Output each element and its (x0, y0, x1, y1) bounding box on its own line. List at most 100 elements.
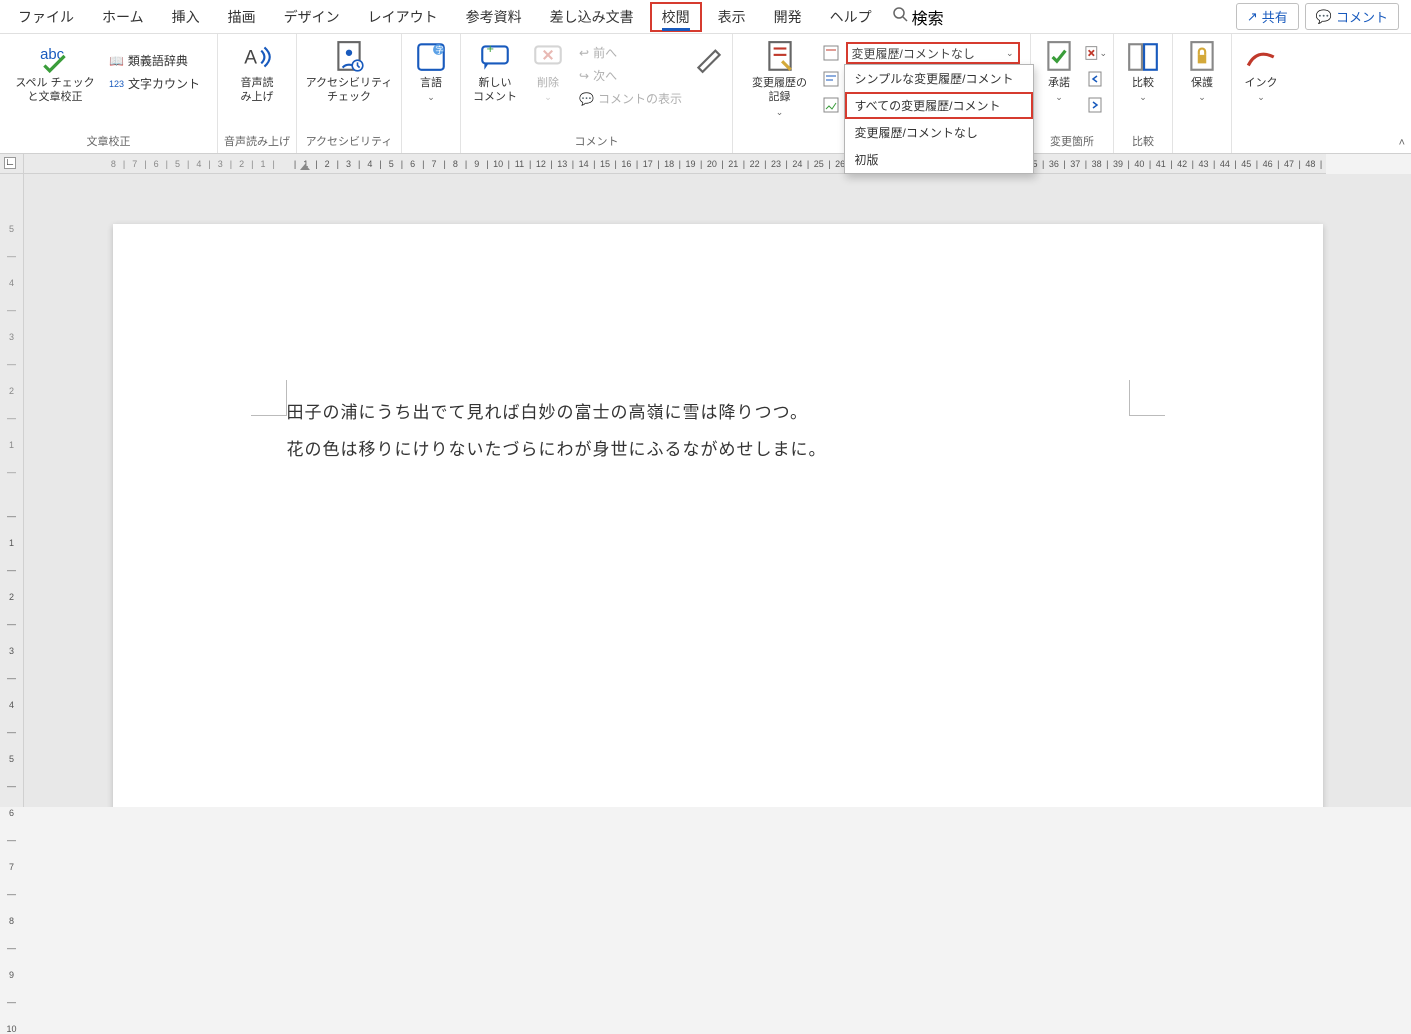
group-comments-title: コメント (575, 131, 619, 151)
search-label: 検索 (912, 5, 944, 29)
delete-comment-icon (531, 40, 565, 74)
menu-home[interactable]: ホーム (88, 1, 158, 33)
page-area[interactable]: 田子の浦にうち出でて見れば白妙の富士の高嶺に雪は降りつつ。 花の色は移りにけりな… (24, 174, 1411, 807)
svg-text:字: 字 (435, 45, 444, 55)
svg-text:+: + (487, 41, 494, 56)
new-comment-icon: + (478, 40, 512, 74)
chevron-down-icon: ⌄ (1257, 92, 1265, 104)
tracking-display-value: 変更履歴/コメントなし (852, 45, 975, 62)
menu-design[interactable]: デザイン (270, 1, 354, 33)
collapse-ribbon-button[interactable]: ˄ (1399, 137, 1405, 149)
group-proofing-title: 文章校正 (87, 131, 131, 151)
reject-button[interactable]: ⌄ (1085, 42, 1107, 64)
new-comment-button[interactable]: + 新しい コメント (467, 38, 523, 107)
accept-label: 承諾 (1048, 76, 1070, 90)
language-button[interactable]: 字 言語 ⌄ (408, 38, 454, 106)
tracking-small-3[interactable] (820, 94, 842, 116)
horizontal-ruler[interactable]: 8|7|6|5|4|3|2|1||1|2|3|4|5|6|7|8|9|10|11… (24, 154, 1326, 174)
menu-view[interactable]: 表示 (704, 1, 760, 33)
compare-button[interactable]: 比較 ⌄ (1120, 38, 1166, 106)
dd-item-simple[interactable]: シンプルな変更履歴/コメント (845, 65, 1033, 92)
read-aloud-label: 音声読 み上げ (241, 76, 274, 105)
show-comments-button[interactable]: 💬コメントの表示 (573, 88, 688, 109)
thesaurus-icon: 📖 (109, 54, 124, 68)
doc-line-1[interactable]: 田子の浦にうち出でて見れば白妙の富士の高嶺に雪は降りつつ。 (287, 394, 1149, 431)
thesaurus-button[interactable]: 📖 類義語辞典 (103, 50, 206, 71)
spelling-label: スペル チェック と文章校正 (15, 76, 94, 105)
ribbon: abc スペル チェック と文章校正 📖 類義語辞典 123 文字カウント 文章… (0, 34, 1411, 154)
tracking-small-2[interactable] (820, 68, 842, 90)
menu-file[interactable]: ファイル (4, 1, 88, 33)
track-changes-icon (763, 40, 797, 74)
delete-comment-button[interactable]: 削除 ⌄ (527, 38, 569, 106)
chevron-down-icon: ⌄ (1198, 92, 1206, 104)
margin-corner-tl (251, 380, 287, 416)
svg-text:A: A (244, 47, 257, 68)
next-comment-button[interactable]: ↪次へ (573, 65, 688, 86)
wordcount-button[interactable]: 123 文字カウント (103, 73, 206, 94)
protect-button[interactable]: 保護 ⌄ (1179, 38, 1225, 106)
spelling-button[interactable]: abc スペル チェック と文章校正 (11, 38, 99, 107)
dd-item-all[interactable]: すべての変更履歴/コメント (845, 92, 1033, 119)
compare-label: 比較 (1132, 76, 1154, 90)
doc-line-2[interactable]: 花の色は移りにけりないたづらにわが身世にふるながめせしまに。 (287, 431, 1149, 468)
group-comments: + 新しい コメント 削除 ⌄ ↩前へ ↪次へ 💬コメントの表示 コメント (461, 34, 733, 153)
track-changes-button[interactable]: 変更履歴の 記録 ⌄ (744, 38, 816, 120)
ink-button[interactable]: インク ⌄ (1238, 38, 1284, 106)
comment-label: コメント (1336, 7, 1388, 26)
accept-button[interactable]: 承諾 ⌄ (1037, 38, 1081, 106)
prev-label: 前へ (593, 44, 617, 61)
group-compare: 比較 ⌄ 比較 (1114, 34, 1173, 153)
tracking-display-list: シンプルな変更履歴/コメント すべての変更履歴/コメント 変更履歴/コメントなし… (844, 64, 1034, 174)
ink-comment-button[interactable] (692, 38, 726, 76)
share-button[interactable]: ↗ 共有 (1236, 3, 1299, 30)
accessibility-button[interactable]: アクセシビリティ チェック (303, 38, 395, 107)
next-icon: ↪ (579, 69, 589, 83)
accessibility-label: アクセシビリティ チェック (306, 76, 393, 105)
dd-item-original[interactable]: 初版 (845, 146, 1033, 173)
menu-mailings[interactable]: 差し込み文書 (536, 1, 648, 33)
ink-icon (1244, 40, 1278, 74)
chevron-down-icon: ⌄ (1055, 92, 1063, 104)
group-proofing: abc スペル チェック と文章校正 📖 類義語辞典 123 文字カウント 文章… (0, 34, 218, 153)
protect-label: 保護 (1191, 76, 1213, 90)
chevron-down-icon: ⌄ (1099, 48, 1107, 59)
menu-developer[interactable]: 開発 (760, 1, 816, 33)
menu-draw[interactable]: 描画 (214, 1, 270, 33)
group-speech: A 音声読 み上げ 音声読み上げ (218, 34, 297, 153)
menu-insert[interactable]: 挿入 (158, 1, 214, 33)
search-group[interactable]: 検索 (892, 5, 944, 29)
next-change-button[interactable] (1085, 94, 1107, 116)
menu-help[interactable]: ヘルプ (816, 1, 886, 33)
vertical-ruler[interactable]: 5—4—3—2—1——1—2—3—4—5—6—7—8—9—10 (0, 174, 24, 807)
group-tracking: 変更履歴の 記録 ⌄ 変更履歴/コメントなし ⌄ シンプルな変更履歴/コメント す… (733, 34, 1031, 153)
language-icon: 字 (414, 40, 448, 74)
track-changes-label: 変更履歴の 記録 (752, 76, 807, 105)
prev-change-button[interactable] (1085, 68, 1107, 90)
chevron-down-icon: ⌄ (1006, 48, 1014, 59)
ink-label: インク (1245, 76, 1278, 90)
language-label: 言語 (420, 76, 442, 90)
read-aloud-button[interactable]: A 音声読 み上げ (226, 38, 288, 107)
tab-selector[interactable]: ∟ (4, 157, 16, 169)
group-changes-title: 変更箇所 (1050, 131, 1094, 151)
menu-layout[interactable]: レイアウト (354, 1, 452, 33)
tracking-display-dropdown[interactable]: 変更履歴/コメントなし ⌄ (846, 42, 1020, 64)
prev-comment-button[interactable]: ↩前へ (573, 42, 688, 63)
share-icon: ↗ (1247, 9, 1258, 25)
chevron-down-icon: ⌄ (1139, 92, 1147, 104)
document-page[interactable]: 田子の浦にうち出でて見れば白妙の富士の高嶺に雪は降りつつ。 花の色は移りにけりな… (113, 224, 1323, 807)
read-aloud-icon: A (240, 40, 274, 74)
group-compare-title: 比較 (1132, 131, 1154, 151)
comment-button[interactable]: 💬 コメント (1305, 3, 1399, 30)
chevron-down-icon: ⌄ (776, 107, 784, 119)
chevron-down-icon: ⌄ (427, 92, 435, 104)
delete-comment-label: 削除 (537, 76, 559, 90)
tracking-small-1[interactable] (820, 42, 842, 64)
menu-review[interactable]: 校閲 (650, 2, 702, 32)
menu-references[interactable]: 参考資料 (452, 1, 536, 33)
lock-icon (1185, 40, 1219, 74)
indent-marker[interactable] (300, 164, 310, 170)
chevron-down-icon: ⌄ (544, 92, 552, 104)
dd-item-none[interactable]: 変更履歴/コメントなし (845, 119, 1033, 146)
